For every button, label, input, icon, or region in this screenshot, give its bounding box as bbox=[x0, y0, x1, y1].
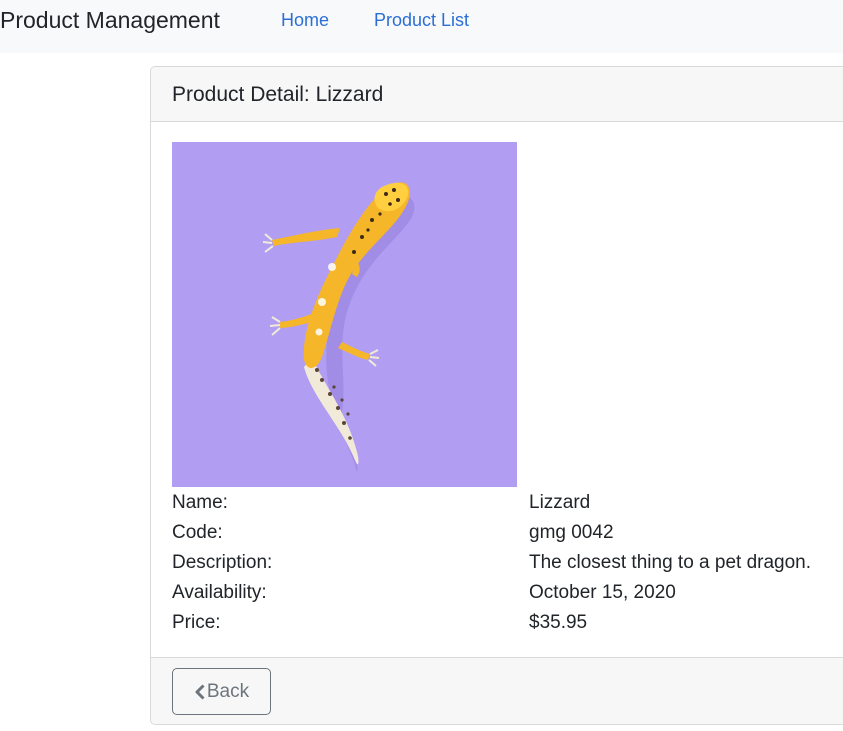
detail-row-code: Code: gmg 0042 bbox=[172, 518, 843, 548]
nav-link-home[interactable]: Home bbox=[281, 9, 329, 31]
detail-label: Description: bbox=[172, 552, 273, 573]
back-button[interactable]: Back bbox=[172, 668, 271, 715]
back-button-label: Back bbox=[206, 680, 250, 702]
detail-label: Availability: bbox=[172, 582, 267, 603]
detail-value: $35.95 bbox=[529, 612, 588, 633]
chevron-left-icon bbox=[195, 683, 205, 700]
detail-label: Name: bbox=[172, 492, 228, 513]
gecko-illustration bbox=[172, 142, 517, 487]
detail-row-name: Name: Lizzard bbox=[172, 488, 843, 518]
page-title: Product Detail: Lizzard bbox=[172, 83, 384, 106]
detail-value: Lizzard bbox=[529, 492, 591, 513]
nav-link-product-list[interactable]: Product List bbox=[374, 9, 469, 31]
product-image bbox=[172, 142, 517, 487]
detail-value: The closest thing to a pet dragon. bbox=[529, 552, 812, 573]
card-footer: Back bbox=[151, 657, 843, 724]
card-header: Product Detail: Lizzard bbox=[151, 67, 843, 122]
detail-row-availability: Availability: October 15, 2020 bbox=[172, 578, 843, 608]
detail-row-price: Price: $35.95 bbox=[172, 608, 843, 638]
detail-label: Price: bbox=[172, 612, 221, 633]
detail-value: October 15, 2020 bbox=[529, 582, 676, 603]
detail-value: gmg 0042 bbox=[529, 522, 614, 543]
detail-label: Code: bbox=[172, 522, 223, 543]
navbar: Product Management Home Product List bbox=[0, 0, 843, 53]
detail-row-description: Description: The closest thing to a pet … bbox=[172, 548, 843, 578]
product-detail-card: Product Detail: Lizzard Name: Lizzard Co… bbox=[150, 66, 843, 725]
navbar-brand[interactable]: Product Management bbox=[0, 6, 220, 34]
